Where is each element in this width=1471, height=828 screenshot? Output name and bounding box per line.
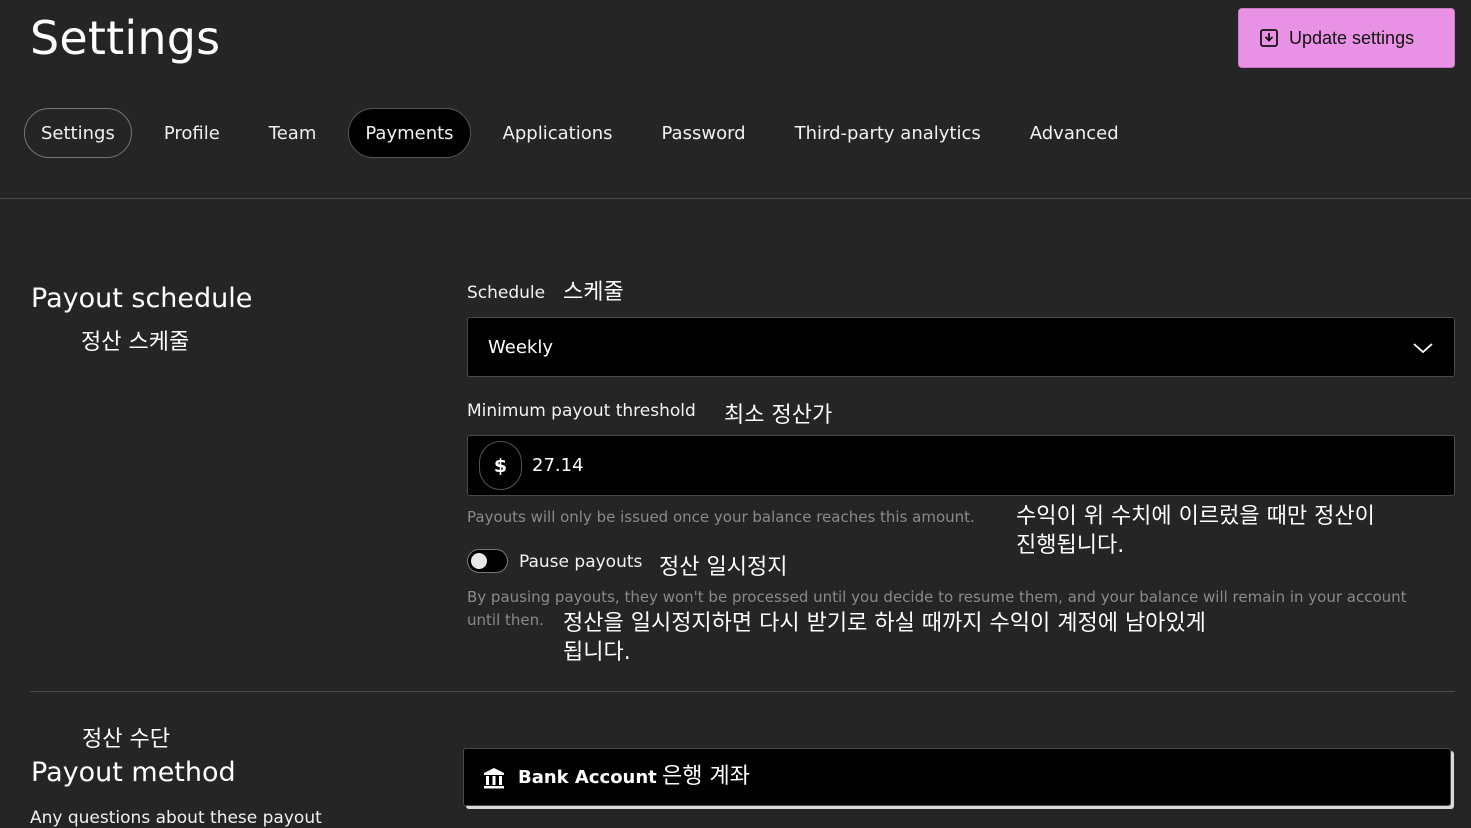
pause-payouts-label-ko: 정산 일시정지 [659,555,788,580]
pause-help-line2: until then. [467,611,544,629]
tab-applications[interactable]: Applications [486,108,630,158]
schedule-label: Schedule [467,283,546,303]
header-divider [0,198,1471,199]
tab-payments[interactable]: Payments [348,108,471,158]
pause-help-ko-line1: 정산을 일시정지하면 다시 받기로 하실 때까지 수익이 계정에 남아있게 [563,611,1206,636]
schedule-select-value: Weekly [488,336,553,358]
download-box-icon [1260,29,1278,47]
payout-schedule-title: Payout schedule [31,283,253,314]
currency-prefix: $ [479,441,522,490]
threshold-label-ko: 최소 정산가 [724,403,833,428]
payout-method-title: Payout method [31,757,236,788]
bank-account-label-ko: 은행 계좌 [662,764,750,789]
threshold-help-ko-line2: 진행됩니다. [1016,533,1125,558]
update-settings-button[interactable]: Update settings [1238,8,1455,68]
payout-schedule-title-ko: 정산 스케줄 [81,330,190,355]
threshold-field: $ [467,435,1455,496]
pause-payouts-label: Pause payouts [519,552,643,572]
tab-advanced[interactable]: Advanced [1013,108,1136,158]
tab-settings[interactable]: Settings [24,108,132,158]
bank-icon [484,768,504,789]
tab-profile[interactable]: Profile [147,108,237,158]
tab-password[interactable]: Password [645,108,763,158]
section-divider [30,691,1455,692]
payout-method-description: Any questions about these payout [30,808,322,828]
chevron-down-icon [1413,343,1433,354]
threshold-input[interactable] [532,450,1432,480]
update-settings-label: Update settings [1289,27,1415,48]
payout-method-title-ko: 정산 수단 [82,727,170,752]
threshold-help-ko-line1: 수익이 위 수치에 이르렀을 때만 정산이 [1016,504,1375,529]
toggle-knob [471,553,487,569]
threshold-help: Payouts will only be issued once your ba… [467,508,975,526]
schedule-select[interactable]: Weekly [467,317,1455,377]
tab-team[interactable]: Team [252,108,334,158]
settings-tabs: Settings Profile Team Payments Applicati… [24,108,1151,158]
pause-payouts-toggle[interactable] [467,549,508,573]
bank-account-option[interactable]: Bank Account 은행 계좌 [463,748,1451,806]
pause-help-ko-line2: 됩니다. [563,640,631,665]
tab-third-party-analytics[interactable]: Third-party analytics [778,108,998,158]
threshold-label: Minimum payout threshold [467,401,696,421]
pause-help-line1: By pausing payouts, they won't be proces… [467,588,1407,606]
schedule-label-ko: 스케줄 [563,280,624,305]
bank-account-label: Bank Account [518,767,657,788]
page-title: Settings [30,11,221,65]
